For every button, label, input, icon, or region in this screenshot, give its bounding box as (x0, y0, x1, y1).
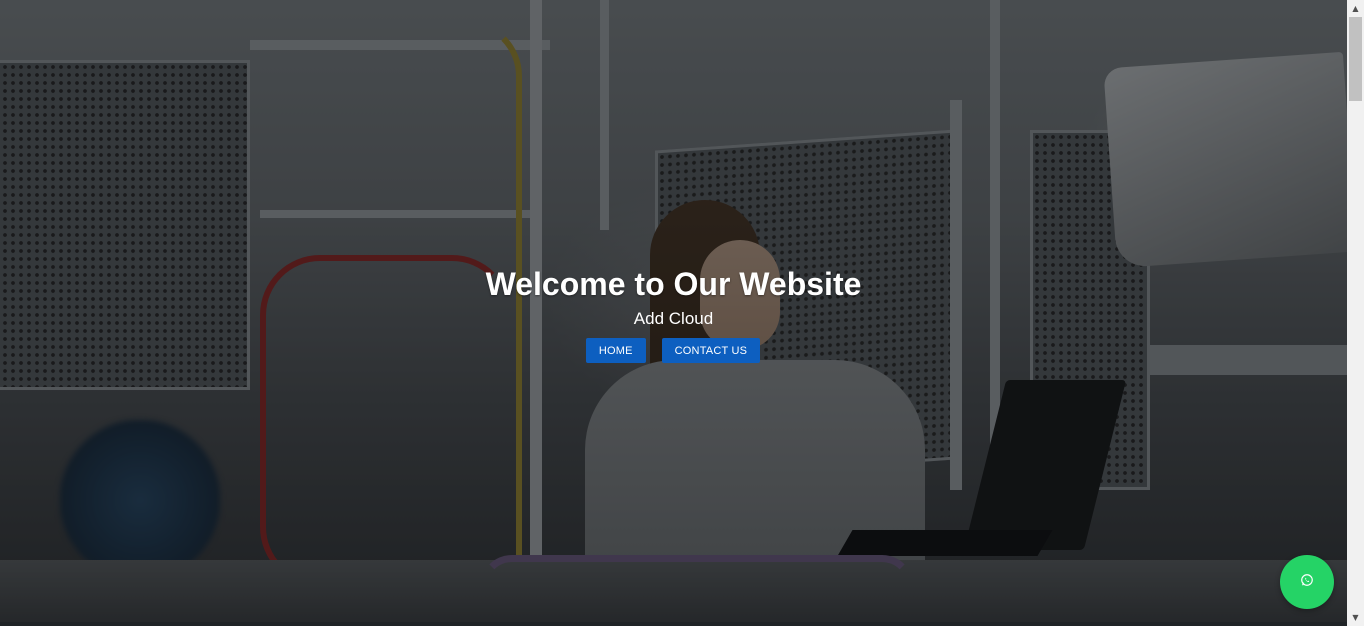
whatsapp-chat-button[interactable] (1280, 555, 1334, 609)
hero-subtitle: Add Cloud (633, 309, 714, 328)
hero-buttons: HOME CONTACT US (0, 338, 1347, 363)
scroll-down-arrow-icon[interactable]: ▼ (1347, 609, 1364, 626)
hero-title: Welcome to Our Website (485, 266, 862, 302)
home-button[interactable]: HOME (585, 338, 646, 363)
contact-us-button[interactable]: CONTACT US (661, 338, 761, 363)
page-bottom-edge (0, 622, 1347, 626)
whatsapp-icon (1300, 573, 1314, 592)
scrollbar-thumb[interactable] (1349, 17, 1362, 101)
scroll-up-arrow-icon[interactable]: ▲ (1347, 0, 1364, 17)
page-viewport: Welcome to Our Website Add Cloud HOME CO… (0, 0, 1364, 626)
hero-content: Welcome to Our Website Add Cloud HOME CO… (0, 262, 1347, 363)
vertical-scrollbar[interactable]: ▲ ▼ (1347, 0, 1364, 626)
